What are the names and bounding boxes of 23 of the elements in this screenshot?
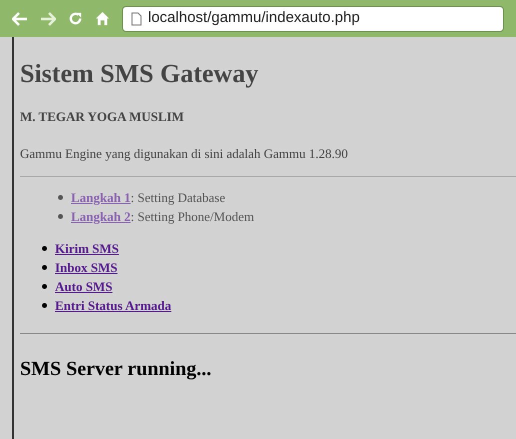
bullet-icon [58,195,63,200]
bullet-icon [42,265,47,270]
page-icon [131,12,142,26]
menu-link[interactable]: Inbox SMS [55,258,118,277]
back-arrow-icon[interactable] [12,12,28,26]
author-name: M. TEGAR YOGA MUSLIM [20,108,185,126]
bullet-icon [42,284,47,289]
menu-link[interactable]: Auto SMS [55,277,112,296]
bullet-icon [42,303,47,308]
address-field[interactable]: localhost/gammu/indexauto.php [122,6,504,32]
step-item: Langkah 1: Setting Database [71,189,226,207]
reload-icon[interactable] [68,11,83,26]
address-text: localhost/gammu/indexauto.php [148,8,360,28]
bullet-icon [42,246,47,251]
menu-link[interactable]: Kirim SMS [55,239,119,258]
engine-note: Gammu Engine yang digunakan di sini adalah Gammu 1.28.90 [20,144,349,163]
server-status: SMS Server running... [20,357,212,382]
page-title: Sistem SMS Gateway [20,58,260,90]
forward-arrow-icon[interactable] [40,12,56,26]
home-icon[interactable] [95,11,110,26]
bullet-icon [58,214,63,219]
step-item: Langkah 2: Setting Phone/Modem [71,208,254,226]
menu-link[interactable]: Entri Status Armada [55,296,172,315]
